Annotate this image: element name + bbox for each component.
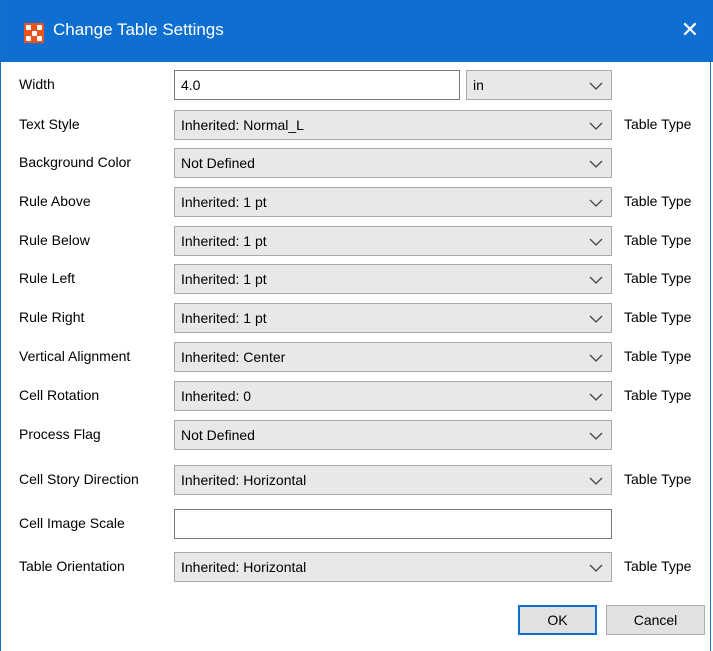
app-grid-icon (24, 23, 44, 43)
image-scale-label: Cell Image Scale (19, 515, 125, 531)
close-icon[interactable]: ✕ (674, 14, 706, 46)
setting-source: Table Type (624, 309, 692, 325)
setting-source: Table Type (624, 471, 692, 487)
setting-dropdown[interactable]: Inherited: 1 pt (174, 226, 612, 256)
chevron-down-icon (589, 160, 603, 168)
setting-dropdown[interactable]: Not Defined (174, 420, 612, 450)
setting-value: Inherited: Horizontal (181, 472, 307, 488)
setting-row: Cell Story Direction Inherited: Horizonta… (1, 465, 713, 495)
setting-label: Rule Above (19, 193, 91, 209)
setting-label: Rule Left (19, 270, 76, 286)
setting-row: Rule Left Inherited: 1 pt Table Type (1, 264, 713, 294)
chevron-down-icon (589, 477, 603, 485)
setting-label: Cell Story Direction (19, 471, 139, 487)
setting-dropdown[interactable]: Inherited: Horizontal (174, 465, 612, 495)
chevron-down-icon (589, 82, 603, 90)
dialog-window: Change Table Settings ✕ Width 4.0 in Tex… (0, 0, 713, 651)
setting-label: Background Color (19, 154, 132, 170)
setting-label: Process Flag (19, 426, 101, 442)
setting-label: Vertical Alignment (19, 348, 131, 364)
chevron-down-icon (589, 354, 603, 362)
cancel-button[interactable]: Cancel (606, 605, 705, 635)
width-value: 4.0 (181, 77, 201, 93)
chevron-down-icon (589, 315, 603, 323)
setting-row: Text Style Inherited: Normal_L Table Type (1, 110, 713, 140)
title-bar: Change Table Settings ✕ (1, 0, 713, 62)
setting-row: Rule Above Inherited: 1 pt Table Type (1, 187, 713, 217)
chevron-down-icon (589, 276, 603, 284)
chevron-down-icon (589, 432, 603, 440)
setting-row: Vertical Alignment Inherited: Center Table… (1, 342, 713, 372)
setting-label: Rule Right (19, 309, 85, 325)
orientation-dropdown[interactable]: Inherited: Horizontal (174, 552, 612, 582)
setting-dropdown[interactable]: Not Defined (174, 148, 612, 178)
setting-value: Inherited: Normal_L (181, 117, 304, 133)
image-scale-input[interactable] (174, 509, 612, 539)
setting-source: Table Type (624, 116, 692, 132)
setting-source: Table Type (624, 193, 692, 209)
setting-value: Inherited: 0 (181, 388, 252, 404)
setting-label: Text Style (19, 116, 80, 132)
setting-dropdown[interactable]: Inherited: 0 (174, 381, 612, 411)
orientation-row: Table Orientation Inherited: Horizontal … (1, 552, 713, 582)
ok-button[interactable]: OK (518, 605, 597, 635)
setting-row: Process Flag Not Defined (1, 420, 713, 450)
setting-value: Inherited: 1 pt (181, 310, 267, 326)
setting-value: Inherited: Center (181, 349, 286, 365)
width-label: Width (19, 76, 55, 92)
setting-value: Inherited: 1 pt (181, 233, 267, 249)
orientation-value: Inherited: Horizontal (181, 559, 307, 575)
setting-value: Inherited: 1 pt (181, 271, 267, 287)
setting-value: Not Defined (181, 427, 255, 443)
chevron-down-icon (589, 199, 603, 207)
orientation-source: Table Type (624, 558, 692, 574)
unit-dropdown[interactable]: in (466, 70, 612, 100)
setting-source: Table Type (624, 348, 692, 364)
setting-row: Rule Right Inherited: 1 pt Table Type (1, 303, 713, 333)
setting-dropdown[interactable]: Inherited: 1 pt (174, 187, 612, 217)
setting-source: Table Type (624, 387, 692, 403)
setting-dropdown[interactable]: Inherited: Center (174, 342, 612, 372)
setting-label: Rule Below (19, 232, 90, 248)
setting-value: Not Defined (181, 155, 255, 171)
setting-value: Inherited: 1 pt (181, 194, 267, 210)
setting-dropdown[interactable]: Inherited: 1 pt (174, 303, 612, 333)
chevron-down-icon (589, 238, 603, 246)
setting-source: Table Type (624, 270, 692, 286)
chevron-down-icon (589, 122, 603, 130)
width-row: Width 4.0 in (1, 70, 713, 100)
chevron-down-icon (589, 393, 603, 401)
unit-value: in (473, 77, 484, 93)
setting-row: Rule Below Inherited: 1 pt Table Type (1, 226, 713, 256)
orientation-label: Table Orientation (19, 558, 125, 574)
image-scale-row: Cell Image Scale (1, 509, 713, 539)
setting-dropdown[interactable]: Inherited: Normal_L (174, 110, 612, 140)
setting-label: Cell Rotation (19, 387, 100, 403)
setting-dropdown[interactable]: Inherited: 1 pt (174, 264, 612, 294)
width-input[interactable]: 4.0 (174, 70, 460, 100)
setting-row: Cell Rotation Inherited: 0 Table Type (1, 381, 713, 411)
setting-source: Table Type (624, 232, 692, 248)
setting-row: Background Color Not Defined (1, 148, 713, 178)
dialog-title: Change Table Settings (53, 20, 224, 39)
chevron-down-icon (589, 564, 603, 572)
